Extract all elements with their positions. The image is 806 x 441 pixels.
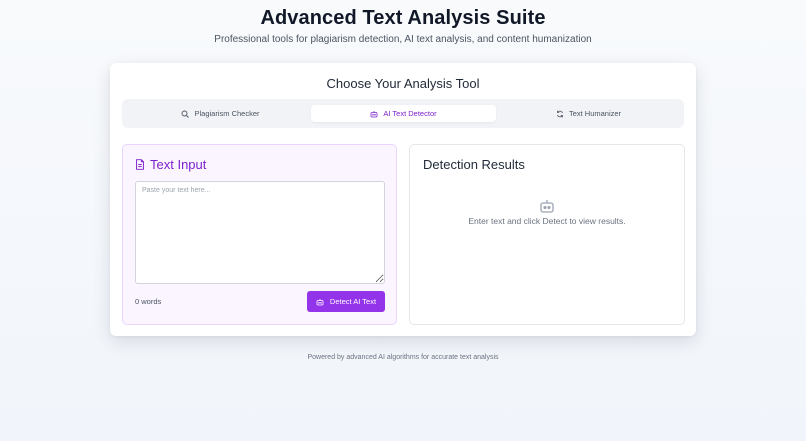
text-input-heading: Text Input <box>135 157 206 172</box>
robot-icon <box>316 298 324 305</box>
tool-selector-title: Choose Your Analysis Tool <box>326 76 480 91</box>
text-input-field[interactable] <box>135 181 385 284</box>
tab-label: AI Text Detector <box>383 109 437 118</box>
refresh-icon <box>557 110 563 117</box>
results-empty-message: Enter text and click Detect to view resu… <box>468 216 626 226</box>
robot-icon <box>370 110 378 117</box>
detect-ai-text-button[interactable]: Detect AI Text <box>307 291 385 312</box>
search-icon <box>182 110 190 118</box>
robot-icon <box>540 200 554 213</box>
document-icon <box>136 159 144 170</box>
app-page: Advanced Text Analysis Suite Professiona… <box>0 0 806 441</box>
page-subtitle: Professional tools for plagiarism detect… <box>214 34 592 45</box>
tab-label: Text Humanizer <box>568 109 622 118</box>
detect-button-label: Detect AI Text <box>329 297 377 306</box>
tab-ai-text-detector[interactable]: AI Text Detector <box>311 105 496 122</box>
tab-plagiarism-checker[interactable]: Plagiarism Checker <box>128 105 313 122</box>
tool-tabs: Plagiarism Checker AI Text Detector Text… <box>122 99 684 128</box>
text-input-panel: Text Input 0 words Detect AI Text <box>122 144 397 325</box>
page-title: Advanced Text Analysis Suite <box>260 7 546 29</box>
detection-results-panel: Detection Results Enter text and click D… <box>409 144 685 325</box>
text-input-title: Text Input <box>150 157 207 172</box>
footer-text: Powered by advanced AI algorithms for ac… <box>307 354 499 361</box>
analysis-card: Choose Your Analysis Tool Plagiarism Che… <box>110 63 696 336</box>
word-count: 0 words <box>135 297 162 306</box>
detection-results-title: Detection Results <box>423 157 525 172</box>
tab-text-humanizer[interactable]: Text Humanizer <box>496 105 681 122</box>
tab-label: Plagiarism Checker <box>194 109 260 118</box>
